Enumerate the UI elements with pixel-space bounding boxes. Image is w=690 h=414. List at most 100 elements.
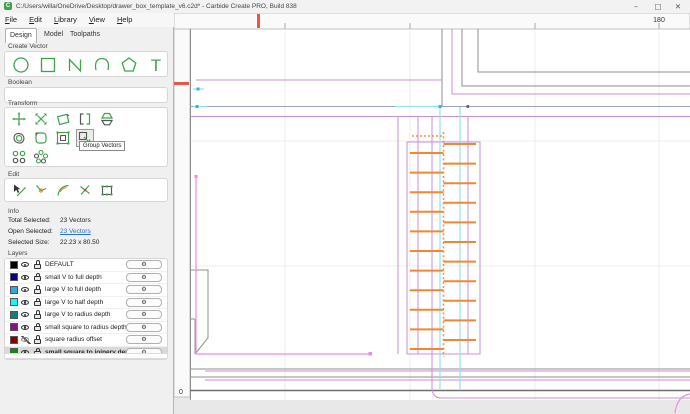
lock-icon[interactable] xyxy=(34,260,42,269)
eye-icon[interactable] xyxy=(21,273,31,281)
layer-gear-button[interactable]: ⚙ xyxy=(126,272,162,282)
move-icon[interactable] xyxy=(11,111,27,127)
eye-off-icon[interactable] xyxy=(21,335,31,344)
info-total-value: 23 Vectors xyxy=(60,217,91,224)
info-open-selected: Open Selected: 23 Vectors xyxy=(8,228,91,237)
group-vectors-tooltip: Group Vectors xyxy=(79,141,126,151)
layer-row-square-radius-offset[interactable]: square radius offset ⚙ xyxy=(5,334,167,347)
design-canvas-svg[interactable]: 180 0 xyxy=(174,13,690,414)
ruler-label-origin: 0 xyxy=(179,389,183,396)
create-vector-label: Create Vector xyxy=(8,43,48,50)
mirror-icon[interactable] xyxy=(77,111,93,127)
layer-row-small-square-radius[interactable]: small square to radius depth ⚙ xyxy=(5,321,167,334)
circle-tool-icon[interactable] xyxy=(11,55,31,75)
curve-tool-icon[interactable] xyxy=(92,55,112,75)
info-label: Info xyxy=(8,208,19,215)
transform-box xyxy=(4,107,168,167)
layer-color-swatch[interactable] xyxy=(10,285,18,294)
gear-icon: ⚙ xyxy=(141,298,147,306)
close-button[interactable]: ✕ xyxy=(668,0,688,13)
node-edit-icon[interactable] xyxy=(11,182,27,198)
lock-icon[interactable] xyxy=(34,310,42,319)
layer-gear-button[interactable]: ⚙ xyxy=(126,285,162,295)
text-tool-icon[interactable]: T xyxy=(146,55,166,75)
menu-bar: File Edit Library View Help xyxy=(0,13,174,27)
gear-icon: ⚙ xyxy=(141,336,147,344)
layers-footer-bar xyxy=(4,353,168,359)
rotate-icon[interactable] xyxy=(55,111,71,127)
layer-gear-button[interactable]: ⚙ xyxy=(126,260,162,270)
menu-library[interactable]: Library xyxy=(49,13,82,26)
canvas-area[interactable]: 180 0 xyxy=(174,13,690,414)
menu-edit[interactable]: Edit xyxy=(24,13,47,26)
info-selected-size: Selected Size: 22.23 x 80.50 xyxy=(8,239,99,248)
break-icon[interactable] xyxy=(77,182,93,198)
eye-icon[interactable] xyxy=(21,261,31,269)
gear-icon: ⚙ xyxy=(141,261,147,269)
layer-color-swatch[interactable] xyxy=(10,310,18,319)
info-size-label: Selected Size: xyxy=(8,239,50,246)
linear-array-icon[interactable] xyxy=(11,149,27,165)
eye-icon[interactable] xyxy=(21,298,31,306)
layers-label: Layers xyxy=(8,250,28,257)
trim-icon[interactable] xyxy=(33,182,49,198)
tab-toolpaths[interactable]: Toolpaths xyxy=(66,28,104,42)
app-icon: C xyxy=(4,2,12,10)
eye-icon[interactable] xyxy=(21,323,31,331)
eye-icon[interactable] xyxy=(21,311,31,319)
layer-row-small-v-full[interactable]: small V to full depth ⚙ xyxy=(5,271,167,284)
scale-icon[interactable] xyxy=(33,111,49,127)
lock-icon[interactable] xyxy=(34,285,42,294)
lock-icon[interactable] xyxy=(34,272,42,282)
gear-icon: ⚙ xyxy=(141,311,147,319)
ruler-label-180: 180 xyxy=(653,17,665,24)
flip-icon[interactable] xyxy=(99,111,115,127)
rectangle-tool-icon[interactable] xyxy=(38,55,58,75)
window-title: C:/Users/willa/OneDrive/Desktop/drawer_b… xyxy=(16,3,297,10)
edit-box xyxy=(4,178,168,202)
menu-help[interactable]: Help xyxy=(112,13,137,26)
menu-file[interactable]: File xyxy=(0,13,22,26)
layer-color-swatch[interactable] xyxy=(10,298,18,307)
fillet-icon[interactable] xyxy=(55,182,71,198)
layer-color-swatch[interactable] xyxy=(10,260,18,269)
info-open-label: Open Selected: xyxy=(8,228,53,235)
layer-row-default[interactable]: DEFAULT ⚙ xyxy=(5,259,167,272)
layer-row-large-v-full[interactable]: large V to full depth ⚙ xyxy=(5,284,167,297)
layer-gear-button[interactable]: ⚙ xyxy=(126,322,162,332)
layer-color-swatch[interactable] xyxy=(10,323,18,332)
info-total-label: Total Selected: xyxy=(8,217,51,224)
gear-icon: ⚙ xyxy=(141,323,147,331)
create-vector-box: T xyxy=(4,51,168,77)
group-vectors-icon[interactable] xyxy=(55,130,71,146)
layer-row-large-v-half[interactable]: large V to half depth ⚙ xyxy=(5,296,167,309)
maximize-button[interactable]: □ xyxy=(648,0,668,13)
layer-color-swatch[interactable] xyxy=(10,335,18,344)
offset-icon[interactable] xyxy=(11,130,27,146)
resize-icon[interactable] xyxy=(99,182,115,198)
tab-model[interactable]: Model xyxy=(40,28,67,42)
layer-gear-button[interactable]: ⚙ xyxy=(126,335,162,345)
svg-text:T: T xyxy=(151,56,161,75)
design-panel: Design Model Toolpaths Create Vector T B… xyxy=(0,27,174,414)
eye-icon[interactable] xyxy=(21,286,31,294)
layer-gear-button[interactable]: ⚙ xyxy=(126,297,162,307)
lock-icon[interactable] xyxy=(34,322,42,332)
lock-icon[interactable] xyxy=(34,297,42,307)
info-size-value: 22.23 x 80.50 xyxy=(60,239,100,246)
layer-row-large-v-radius[interactable]: large V to radius depth ⚙ xyxy=(5,309,167,322)
tab-design[interactable]: Design xyxy=(5,28,37,43)
boolean-label: Boolean xyxy=(8,79,32,86)
open-vectors-link[interactable]: 23 Vectors xyxy=(60,228,91,235)
edit-label: Edit xyxy=(8,171,20,178)
menu-view[interactable]: View xyxy=(84,13,110,26)
polygon-tool-icon[interactable] xyxy=(119,55,139,75)
layer-color-swatch[interactable] xyxy=(10,273,18,282)
lock-icon[interactable] xyxy=(34,335,42,344)
circular-array-icon[interactable] xyxy=(33,149,49,165)
minimize-button[interactable]: – xyxy=(626,0,646,13)
gear-icon: ⚙ xyxy=(141,286,147,294)
round-corner-icon[interactable] xyxy=(33,130,49,146)
layer-gear-button[interactable]: ⚙ xyxy=(126,310,162,320)
polyline-tool-icon[interactable] xyxy=(65,55,85,75)
